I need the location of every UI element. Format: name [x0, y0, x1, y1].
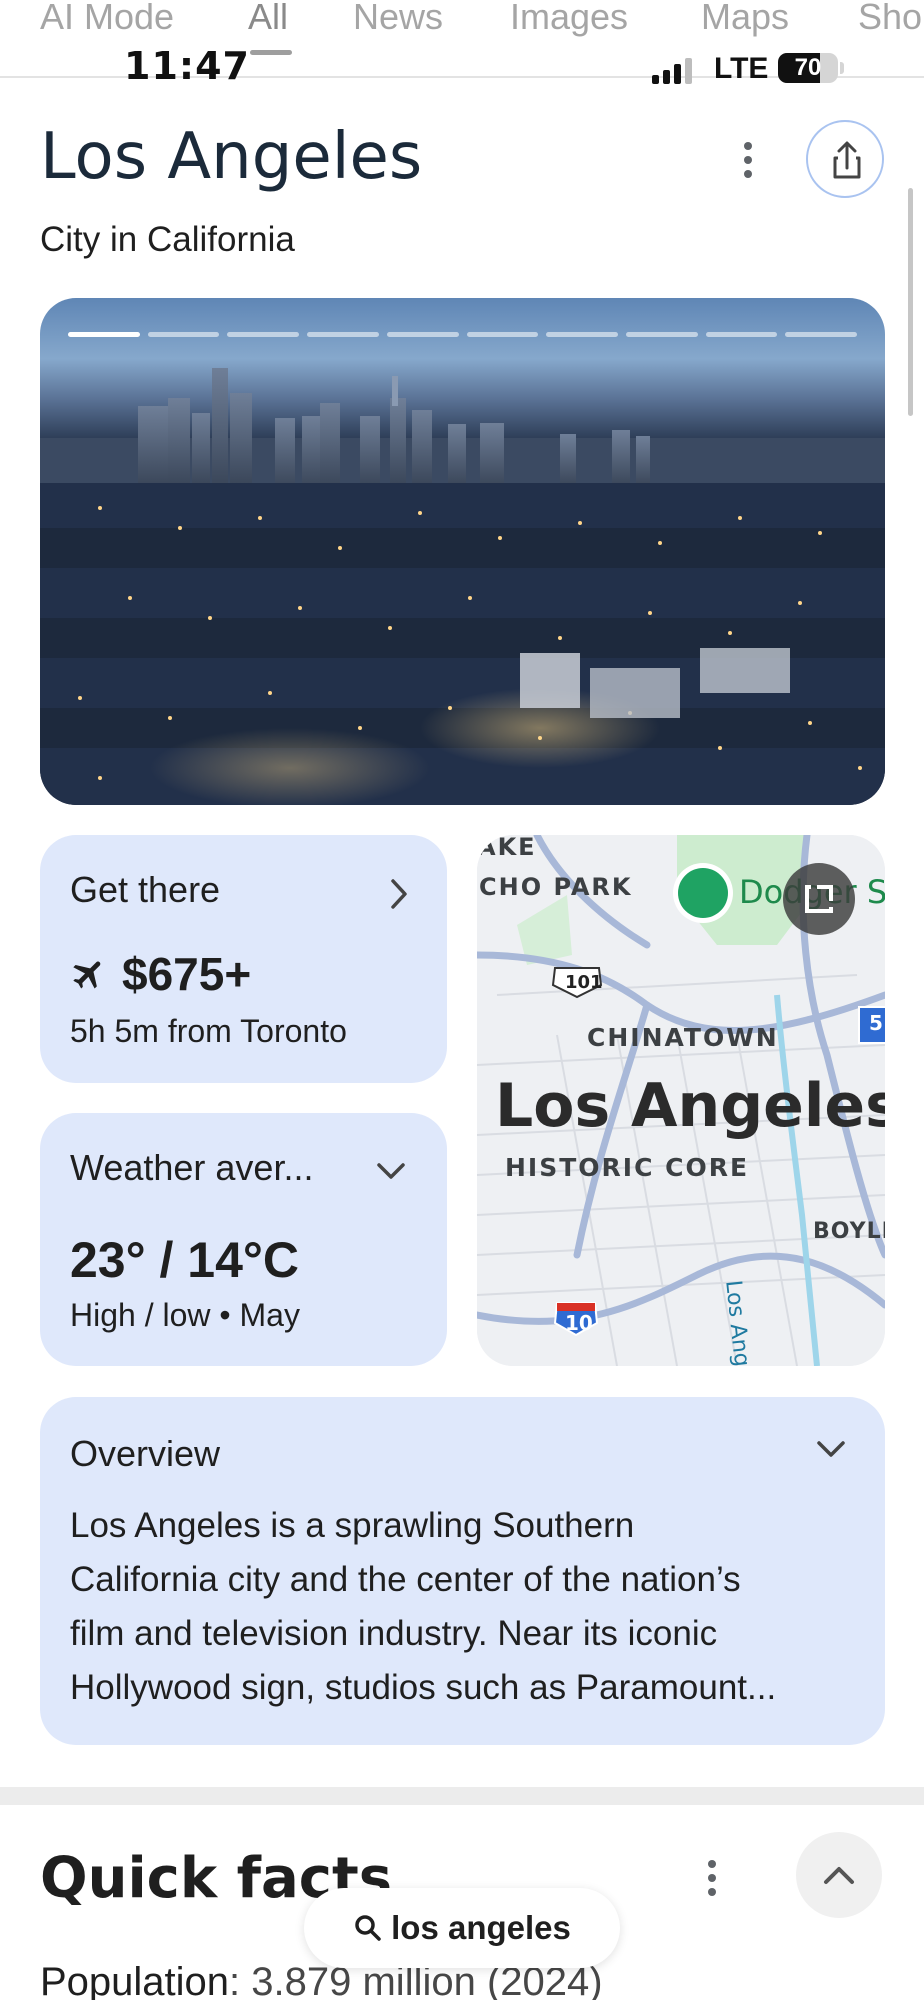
highway-5-label: 5 [869, 1011, 883, 1035]
floating-search-pill[interactable]: los angeles [304, 1888, 620, 1968]
highway-101-label: 101 [565, 972, 603, 993]
chevron-up-icon [824, 1867, 854, 1884]
weather-title: Weather aver... [70, 1147, 314, 1188]
overview-text: Los Angeles is a sprawling Southern Cali… [70, 1499, 860, 1715]
airplane-icon [73, 961, 101, 989]
active-tab-indicator [250, 50, 292, 55]
stadium-icon [678, 868, 728, 918]
battery-tip [840, 62, 844, 74]
weather-detail: High / low • May [70, 1297, 300, 1333]
chevron-down-icon[interactable] [375, 1161, 407, 1183]
expand-icon [805, 885, 833, 913]
overview-title: Overview [70, 1433, 221, 1474]
overview-card[interactable]: Overview Los Angeles is a sprawling Sout… [40, 1397, 885, 1745]
city-map[interactable]: AKE CHO PARK Dodger S CHINATOWN Los Ange… [477, 835, 885, 1366]
highway-10-label: 10 [565, 1311, 593, 1335]
collapse-button[interactable] [796, 1832, 882, 1918]
city-photo-gallery[interactable] [40, 298, 885, 805]
more-options-icon[interactable] [736, 142, 760, 182]
tab-news[interactable]: News [353, 0, 443, 38]
signal-icon [652, 58, 696, 84]
page-scrollbar[interactable] [908, 188, 913, 416]
stadium-pin[interactable] [673, 863, 733, 923]
overview-line: Hollywood sign, studios such as Paramoun… [70, 1668, 777, 1707]
expand-map-button[interactable] [783, 863, 855, 935]
search-icon [355, 1915, 381, 1941]
map-label-city: Los Angeles [495, 1071, 885, 1141]
tab-ai-mode[interactable]: AI Mode [40, 0, 174, 38]
share-icon [833, 141, 861, 179]
map-label-chinatown: CHINATOWN [587, 1023, 779, 1052]
weather-temps: 23° / 14°C [70, 1232, 300, 1288]
flight-price: $675+ [122, 948, 252, 1000]
map-label-echo-park: CHO PARK [479, 873, 633, 901]
chevron-right-icon [391, 879, 407, 909]
tab-images[interactable]: Images [510, 0, 628, 38]
entity-title: Los Angeles [40, 120, 423, 194]
get-there-title: Get there [70, 869, 221, 910]
overview-line: Los Angeles is a sprawling Southern [70, 1506, 635, 1545]
city-skyline-image [40, 368, 885, 805]
battery-level: 70 [794, 54, 822, 81]
flight-duration: 5h 5m from Toronto [70, 1013, 347, 1049]
overview-line: California city and the center of the na… [70, 1560, 741, 1599]
section-divider [0, 1787, 924, 1805]
map-label-historic-core: HISTORIC CORE [505, 1153, 750, 1182]
map-label-boyle: BOYLI [813, 1219, 885, 1244]
share-button[interactable] [806, 120, 884, 198]
status-time: 11:47 [124, 44, 250, 88]
entity-subtitle: City in California [40, 220, 295, 259]
quick-facts-more-icon[interactable] [700, 1860, 724, 1900]
tab-all[interactable]: All [248, 0, 288, 38]
search-query: los angeles [391, 1909, 571, 1946]
overview-line: film and television industry. Near its i… [70, 1614, 718, 1653]
battery-icon: 70 [778, 53, 838, 83]
get-there-card[interactable]: Get there $675+ 5h 5m from Toronto [40, 835, 447, 1083]
tab-maps[interactable]: Maps [701, 0, 789, 38]
map-label-lake: AKE [477, 835, 537, 861]
chevron-down-icon[interactable] [815, 1439, 847, 1461]
network-type: LTE [714, 52, 769, 85]
gallery-progress [68, 332, 858, 337]
tab-shopping[interactable]: Sho [858, 0, 922, 38]
weather-card[interactable]: Weather aver... 23° / 14°C High / low • … [40, 1113, 447, 1366]
population-label[interactable]: Population [40, 1960, 229, 2000]
